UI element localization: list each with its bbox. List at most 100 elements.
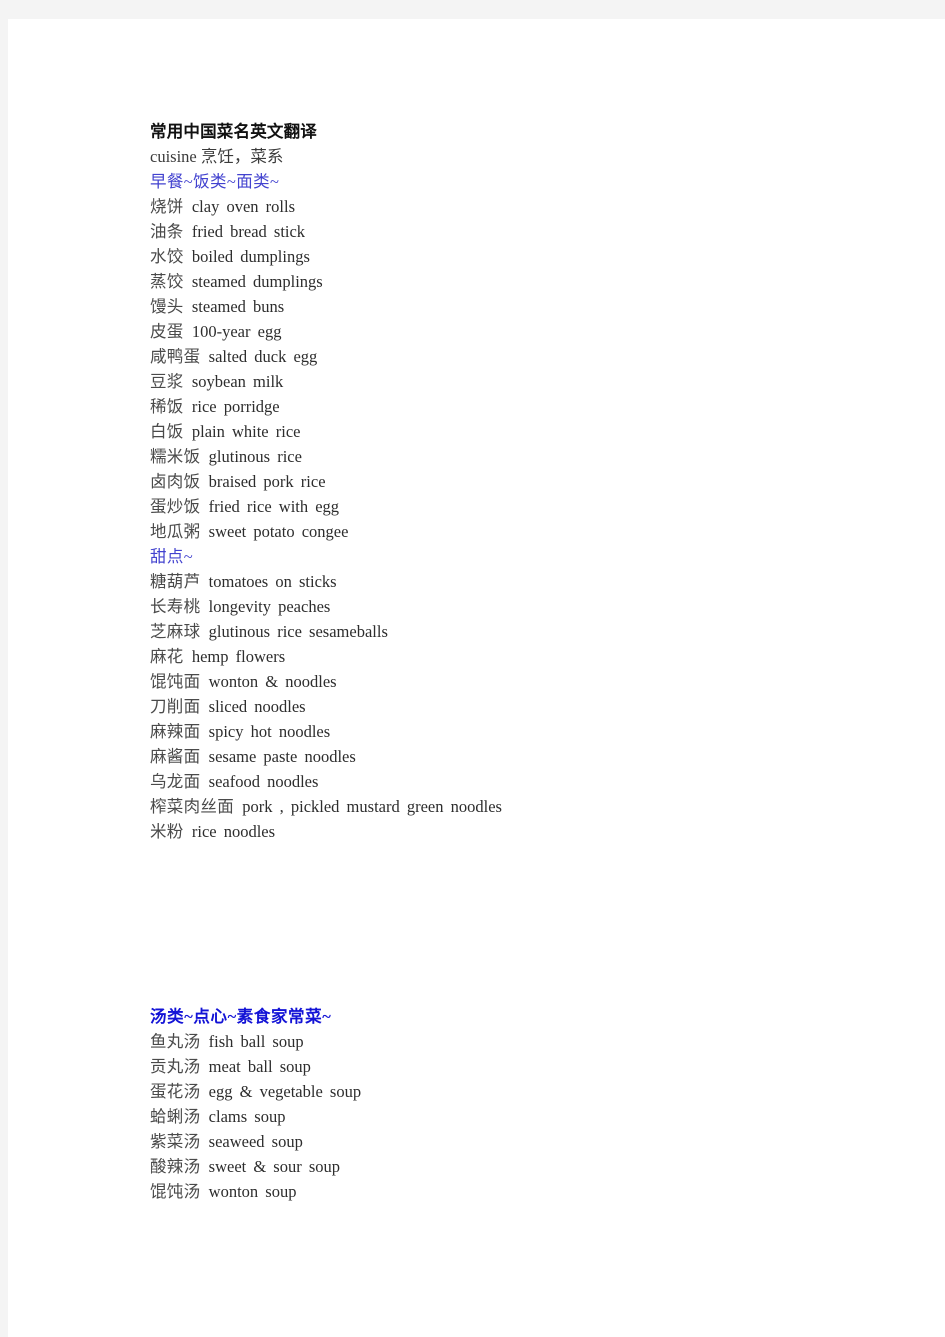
dish-name-en: seaweed soup	[208, 1132, 303, 1151]
dish-name-zh: 咸鸭蛋	[150, 347, 201, 366]
document-content: 常用中国菜名英文翻译 cuisine 烹饪，菜系 早餐~饭类~面类~ 烧饼 cla…	[150, 119, 850, 1204]
dish-entry: 烧饼 clay oven rolls	[150, 194, 850, 219]
entry-separator	[200, 1082, 208, 1101]
dish-name-en: braised pork rice	[208, 472, 326, 491]
entry-separator	[184, 322, 192, 341]
section-list: 早餐~饭类~面类~ 烧饼 clay oven rolls 油条 fried brea…	[150, 169, 850, 1204]
dish-name-en: glutinous rice	[208, 447, 302, 466]
dish-name-en: boiled dumplings	[191, 247, 310, 266]
dish-name-en: tomatoes on sticks	[208, 572, 337, 591]
dish-name-en: seafood noodles	[208, 772, 319, 791]
entry-separator	[200, 722, 208, 741]
dish-name-zh: 麻花	[150, 647, 184, 666]
section-heading: 早餐~饭类~面类~	[150, 172, 280, 191]
dish-entry: 芝麻球 glutinous rice sesameballs	[150, 619, 850, 644]
entry-separator	[200, 1157, 208, 1176]
entry-separator	[184, 297, 192, 316]
dish-name-zh: 馄饨汤	[150, 1182, 201, 1201]
dish-name-en: clay oven rolls	[191, 197, 295, 216]
dish-entry: 皮蛋 100-year egg	[150, 319, 850, 344]
dish-name-en: rice porridge	[191, 397, 280, 416]
entry-separator	[184, 197, 192, 216]
dish-entry: 麻辣面 spicy hot noodles	[150, 719, 850, 744]
dish-name-zh: 榨菜肉丝面	[150, 797, 234, 816]
dish-entry: 地瓜粥 sweet potato congee	[150, 519, 850, 544]
entry-separator	[200, 1107, 208, 1126]
dish-name-zh: 贡丸汤	[150, 1057, 201, 1076]
dish-name-zh: 蛋花汤	[150, 1082, 201, 1101]
dish-name-zh: 馒头	[150, 297, 184, 316]
dish-entry: 蛋花汤 egg & vegetable soup	[150, 1079, 850, 1104]
dish-name-zh: 豆浆	[150, 372, 184, 391]
dish-name-zh: 烧饼	[150, 197, 184, 216]
dish-name-zh: 卤肉饭	[150, 472, 201, 491]
entry-separator	[200, 572, 208, 591]
dish-name-en: sesame paste noodles	[208, 747, 356, 766]
entry-separator	[200, 497, 208, 516]
dish-name-en: wonton & noodles	[208, 672, 337, 691]
entry-separator	[200, 1132, 208, 1151]
dish-entry: 紫菜汤 seaweed soup	[150, 1129, 850, 1154]
dish-entry: 榨菜肉丝面 pork , pickled mustard green noodl…	[150, 794, 850, 819]
dish-name-zh: 地瓜粥	[150, 522, 201, 541]
dish-entry: 白饭 plain white rice	[150, 419, 850, 444]
dish-name-zh: 蒸饺	[150, 272, 184, 291]
dish-name-zh: 蛋炒饭	[150, 497, 201, 516]
dish-entry: 稀饭 rice porridge	[150, 394, 850, 419]
dish-name-zh: 馄饨面	[150, 672, 201, 691]
dish-name-en: sweet potato congee	[208, 522, 349, 541]
dish-entry: 酸辣汤 sweet & sour soup	[150, 1154, 850, 1179]
dish-entry: 馄饨汤 wonton soup	[150, 1179, 850, 1204]
entry-separator	[234, 797, 242, 816]
dish-entry: 豆浆 soybean milk	[150, 369, 850, 394]
dish-entry: 长寿桃 longevity peaches	[150, 594, 850, 619]
dish-name-zh: 麻辣面	[150, 722, 201, 741]
entry-separator	[184, 422, 192, 441]
dish-name-zh: 紫菜汤	[150, 1132, 201, 1151]
dish-name-en: rice noodles	[191, 822, 276, 841]
entry-separator	[200, 447, 208, 466]
dish-entry: 麻酱面 sesame paste noodles	[150, 744, 850, 769]
entry-separator	[184, 247, 192, 266]
dish-name-en: sweet & sour soup	[208, 1157, 341, 1176]
entry-separator	[200, 1032, 208, 1051]
dish-name-en: glutinous rice sesameballs	[208, 622, 388, 641]
dish-entry: 乌龙面 seafood noodles	[150, 769, 850, 794]
entry-separator	[200, 747, 208, 766]
entry-separator	[184, 372, 192, 391]
dish-name-en: longevity peaches	[208, 597, 331, 616]
dish-name-en: pork , pickled mustard green noodles	[242, 797, 502, 816]
dish-name-zh: 芝麻球	[150, 622, 201, 641]
dish-entry: 馒头 steamed buns	[150, 294, 850, 319]
dish-name-zh: 蛤蜊汤	[150, 1107, 201, 1126]
dish-entry: 蛤蜊汤 clams soup	[150, 1104, 850, 1129]
entry-separator	[184, 397, 192, 416]
dish-name-en: steamed dumplings	[191, 272, 323, 291]
entry-separator	[200, 347, 208, 366]
dish-entry: 糯米饭 glutinous rice	[150, 444, 850, 469]
dish-entry: 刀削面 sliced noodles	[150, 694, 850, 719]
dish-name-en: clams soup	[208, 1107, 286, 1126]
dish-name-zh: 糖葫芦	[150, 572, 201, 591]
dish-entry: 蒸饺 steamed dumplings	[150, 269, 850, 294]
dish-entry: 卤肉饭 braised pork rice	[150, 469, 850, 494]
dish-name-zh: 长寿桃	[150, 597, 201, 616]
dish-name-zh: 糯米饭	[150, 447, 201, 466]
dish-name-en: plain white rice	[191, 422, 301, 441]
dish-name-en: salted duck egg	[208, 347, 318, 366]
entry-separator	[200, 1057, 208, 1076]
dish-entry: 馄饨面 wonton & noodles	[150, 669, 850, 694]
dish-name-en: spicy hot noodles	[208, 722, 331, 741]
dish-name-zh: 米粉	[150, 822, 184, 841]
entry-separator	[200, 472, 208, 491]
cuisine-subtitle: cuisine 烹饪，菜系	[150, 147, 284, 166]
entry-separator	[200, 672, 208, 691]
entry-separator	[200, 622, 208, 641]
entry-separator	[184, 822, 192, 841]
dish-name-zh: 皮蛋	[150, 322, 184, 341]
dish-entry: 贡丸汤 meat ball soup	[150, 1054, 850, 1079]
dish-name-en: steamed buns	[191, 297, 285, 316]
entry-separator	[200, 597, 208, 616]
dish-name-en: fried rice with egg	[208, 497, 340, 516]
section-heading: 汤类~点心~素食家常菜~	[150, 1007, 332, 1026]
